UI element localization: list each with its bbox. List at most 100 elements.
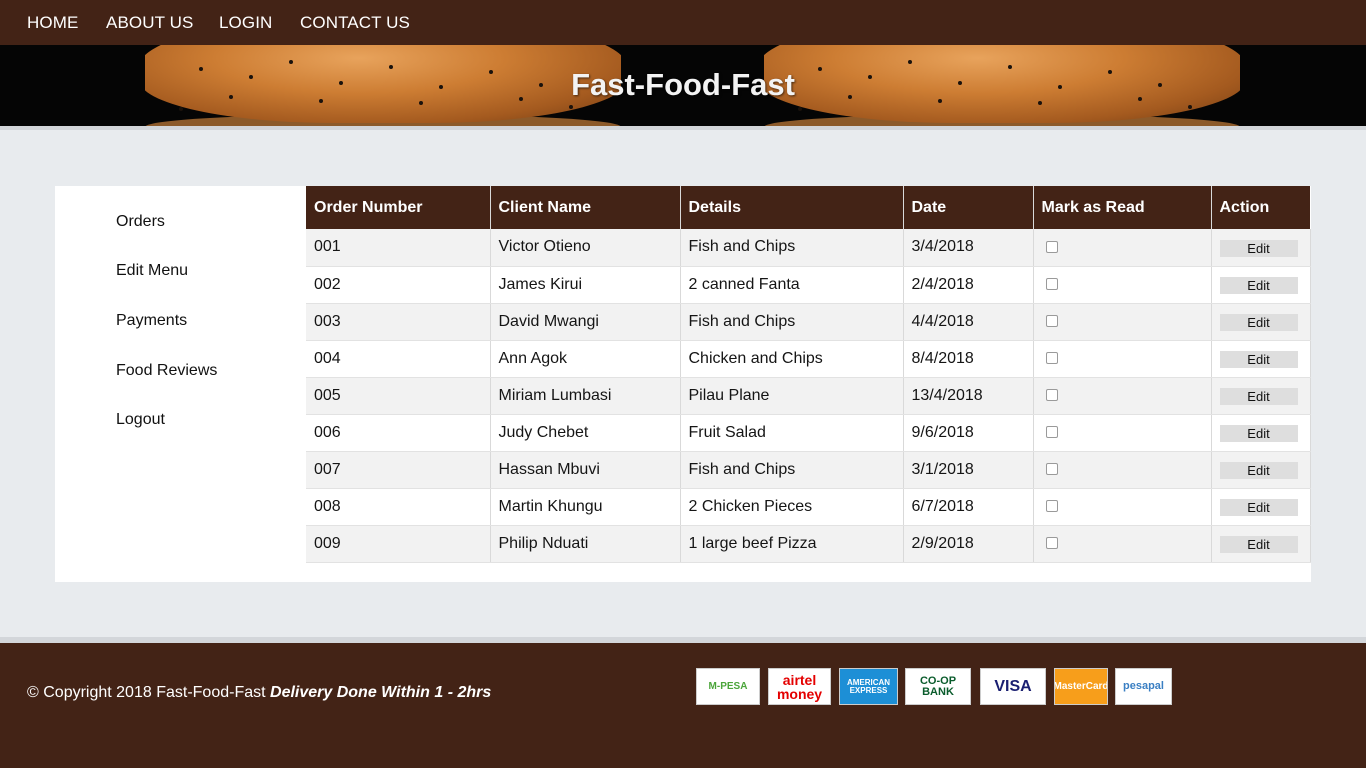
mark-as-read-checkbox[interactable] [1045, 537, 1058, 550]
edit-button[interactable]: Edit [1219, 314, 1298, 331]
details-cell: Chicken and Chips [680, 340, 904, 378]
nav-contact-us[interactable]: CONTACT US [300, 13, 410, 33]
payment-logo-label: MasterCard [1054, 680, 1108, 692]
client-name-cell: Hassan Mbuvi [490, 451, 681, 489]
table-row: 005 Miriam Lumbasi Pilau Plane 13/4/2018 Edi… [306, 377, 1311, 415]
top-nav: HOME ABOUT US LOGIN CONTACT US [0, 0, 1366, 45]
site-title: Fast-Food-Fast [571, 67, 795, 102]
edit-button[interactable]: Edit [1219, 425, 1298, 442]
banner-divider [0, 126, 1366, 130]
mark-as-read-cell [1033, 303, 1212, 341]
date-cell: 9/6/2018 [903, 414, 1034, 452]
table-row: 007 Hassan Mbuvi Fish and Chips 3/1/2018 Edi… [306, 451, 1311, 489]
client-name-cell: Martin Khungu [490, 488, 681, 526]
date-cell: 6/7/2018 [903, 488, 1034, 526]
action-cell: Edit [1211, 414, 1311, 452]
edit-button[interactable]: Edit [1219, 351, 1298, 368]
payment-logo-label: M-PESA [708, 680, 748, 692]
table-row: 009 Philip Nduati 1 large beef Pizza 2/9/20… [306, 525, 1311, 563]
order-number-cell: 009 [306, 525, 491, 563]
payment-logo: AMERICAN EXPRESS [839, 668, 898, 705]
table-row: 001 Victor Otieno Fish and Chips 3/4/2018 Ed… [306, 229, 1311, 267]
edit-button[interactable]: Edit [1219, 462, 1298, 479]
date-cell: 13/4/2018 [903, 377, 1034, 415]
date-cell: 3/4/2018 [903, 229, 1034, 267]
date-cell: 2/9/2018 [903, 525, 1034, 563]
payment-logo: M-PESA [696, 668, 760, 705]
date-cell: 4/4/2018 [903, 303, 1034, 341]
details-cell: Fish and Chips [680, 303, 904, 341]
action-cell: Edit [1211, 303, 1311, 341]
mark-as-read-checkbox[interactable] [1045, 278, 1058, 291]
action-cell: Edit [1211, 266, 1311, 304]
action-cell: Edit [1211, 340, 1311, 378]
mark-as-read-checkbox[interactable] [1045, 241, 1058, 254]
table-header-row: Order Number Client Name Details Date Ma… [306, 186, 1310, 229]
details-cell: 2 Chicken Pieces [680, 488, 904, 526]
client-name-cell: Victor Otieno [490, 229, 681, 267]
mark-as-read-cell [1033, 488, 1212, 526]
date-cell: 3/1/2018 [903, 451, 1034, 489]
order-number-cell: 004 [306, 340, 491, 378]
mark-as-read-checkbox[interactable] [1045, 389, 1058, 402]
mark-as-read-checkbox[interactable] [1045, 426, 1058, 439]
details-cell: 1 large beef Pizza [680, 525, 904, 563]
payment-logo: MasterCard [1054, 668, 1108, 705]
edit-button[interactable]: Edit [1219, 536, 1298, 553]
edit-button[interactable]: Edit [1219, 499, 1298, 516]
mark-as-read-checkbox[interactable] [1045, 315, 1058, 328]
copyright: © Copyright 2018 Fast-Food-Fast [27, 684, 266, 701]
details-cell: Fruit Salad [680, 414, 904, 452]
mark-as-read-cell [1033, 377, 1212, 415]
column-header: Details [680, 186, 904, 229]
payment-logo: CO-OP BANK [905, 668, 971, 705]
details-cell: Fish and Chips [680, 229, 904, 267]
action-cell: Edit [1211, 229, 1311, 267]
sidebar-item-orders[interactable]: Orders [116, 213, 165, 231]
edit-button[interactable]: Edit [1219, 277, 1298, 294]
column-header: Order Number [306, 186, 491, 229]
edit-button[interactable]: Edit [1219, 239, 1298, 257]
sidebar-item-food-reviews[interactable]: Food Reviews [116, 362, 217, 380]
sidebar-item-payments[interactable]: Payments [116, 312, 187, 330]
client-name-cell: Ann Agok [490, 340, 681, 378]
column-header: Action [1211, 186, 1310, 229]
client-name-cell: Miriam Lumbasi [490, 377, 681, 415]
nav-login[interactable]: LOGIN [219, 13, 272, 33]
mark-as-read-cell [1033, 451, 1212, 489]
mark-as-read-cell [1033, 340, 1212, 378]
column-header: Mark as Read [1033, 186, 1212, 229]
mark-as-read-checkbox[interactable] [1045, 352, 1058, 365]
order-number-cell: 003 [306, 303, 491, 341]
nav-about-us[interactable]: ABOUT US [106, 13, 193, 33]
sidebar-item-logout[interactable]: Logout [116, 411, 165, 429]
orders-table: Order Number Client Name Details Date Ma… [306, 186, 1311, 563]
mark-as-read-cell [1033, 414, 1212, 452]
payment-logo-label: VISA [994, 677, 1032, 695]
details-cell: Pilau Plane [680, 377, 904, 415]
client-name-cell: Judy Chebet [490, 414, 681, 452]
payment-logo: pesapal [1115, 668, 1172, 705]
table-row: 002 James Kirui 2 canned Fanta 2/4/2018 Edit [306, 266, 1311, 304]
payment-logo-label: AMERICAN EXPRESS [846, 677, 891, 695]
mark-as-read-cell [1033, 229, 1212, 267]
mark-as-read-checkbox[interactable] [1045, 463, 1058, 476]
client-name-cell: David Mwangi [490, 303, 681, 341]
footer: © Copyright 2018 Fast-Food-Fast Delivery… [0, 643, 1366, 768]
action-cell: Edit [1211, 525, 1311, 563]
mark-as-read-checkbox[interactable] [1045, 500, 1058, 513]
client-name-cell: Philip Nduati [490, 525, 681, 563]
table-row: 008 Martin Khungu 2 Chicken Pieces 6/7/2018… [306, 488, 1311, 526]
table-row: 006 Judy Chebet Fruit Salad 9/6/2018 Edit [306, 414, 1311, 452]
sidebar-item-edit-menu[interactable]: Edit Menu [116, 262, 188, 280]
payment-logo-label: airtel money [776, 671, 823, 702]
date-cell: 8/4/2018 [903, 340, 1034, 378]
nav-home[interactable]: HOME [27, 13, 78, 33]
admin-panel: Orders Edit Menu Payments Food Reviews L… [55, 186, 1311, 582]
edit-button[interactable]: Edit [1219, 388, 1298, 405]
payment-logo-label: pesapal [1123, 680, 1164, 692]
order-number-cell: 002 [306, 266, 491, 304]
column-header: Client Name [490, 186, 681, 229]
client-name-cell: James Kirui [490, 266, 681, 304]
mark-as-read-cell [1033, 525, 1212, 563]
